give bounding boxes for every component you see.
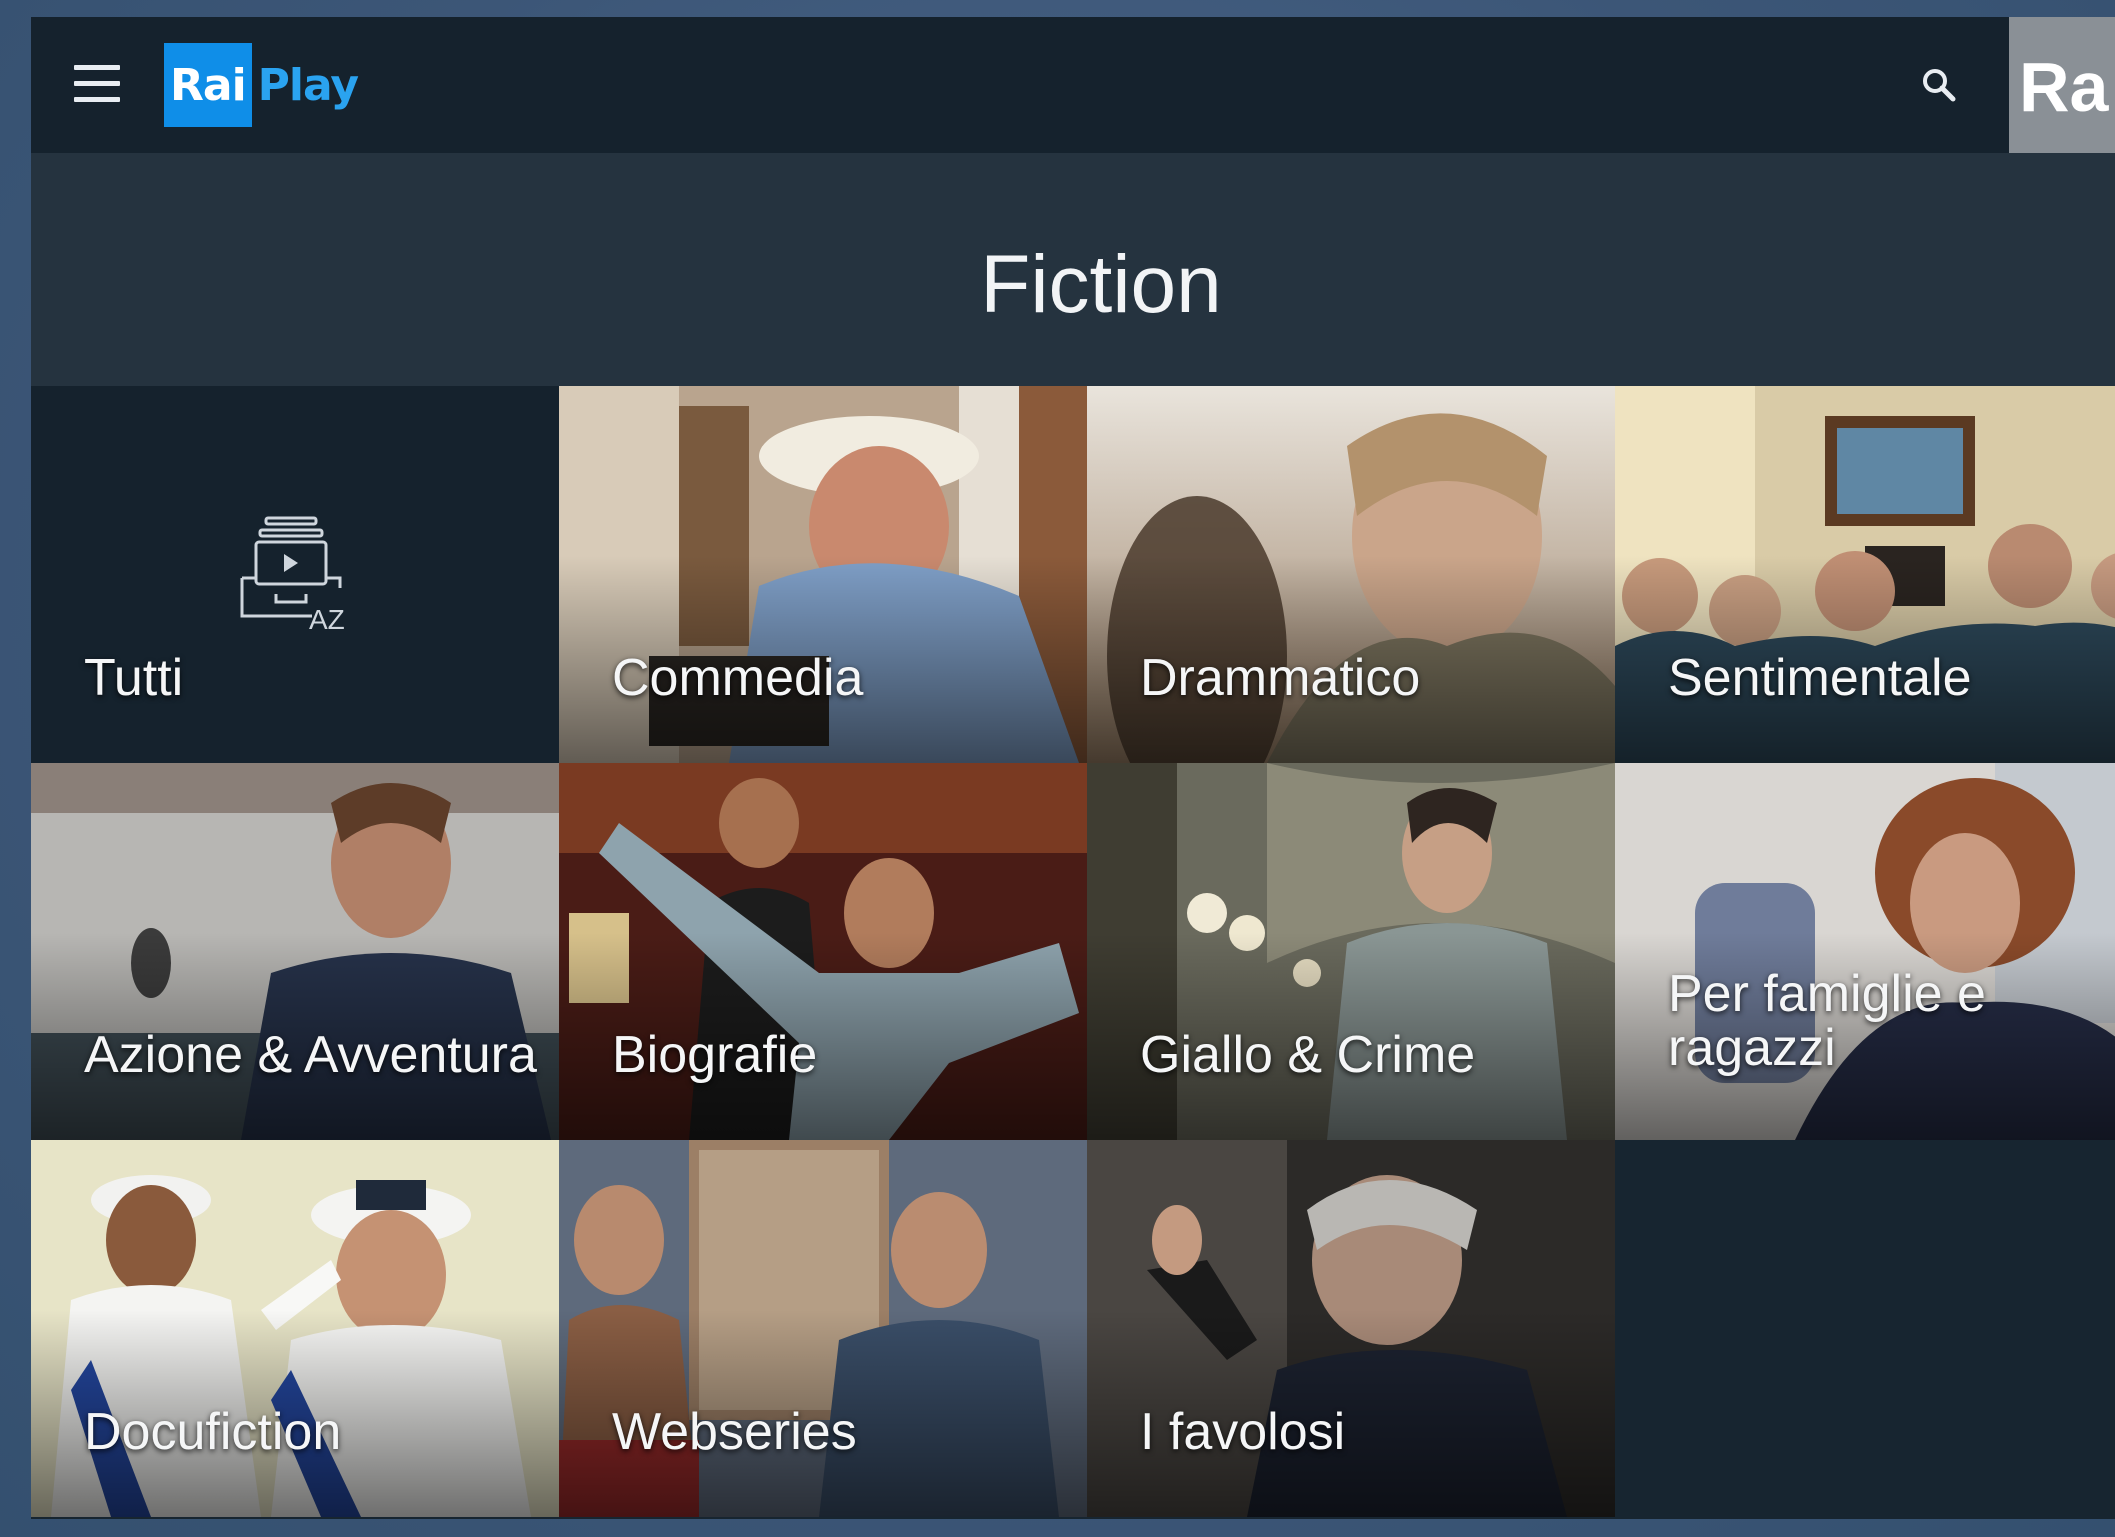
grid-empty-cell (1615, 1140, 2115, 1517)
tile-label: Commedia (612, 649, 864, 707)
search-icon[interactable] (1919, 65, 1959, 105)
tile-label: I favolosi (1140, 1403, 1346, 1461)
genre-tile-commedia[interactable]: Commedia (559, 386, 1087, 763)
genre-tile-webseries[interactable]: Webseries (559, 1140, 1087, 1517)
tile-label: Sentimentale (1668, 649, 1972, 707)
tile-label: Drammatico (1140, 649, 1421, 707)
tile-label: Docufiction (84, 1403, 342, 1461)
tile-label: Biografie (612, 1026, 818, 1084)
genre-tile-per-famiglie-ragazzi[interactable]: Per famiglie e ragazzi (1615, 763, 2115, 1140)
genre-tile-tutti[interactable]: AZ Tutti (31, 386, 559, 763)
hamburger-menu-icon[interactable] (74, 65, 120, 105)
rai-brand-chip[interactable]: Ra (2009, 17, 2115, 153)
genre-tile-biografie[interactable]: Biografie (559, 763, 1087, 1140)
genre-tile-azione-avventura[interactable]: Azione & Avventura (31, 763, 559, 1140)
genre-tile-docufiction[interactable]: Docufiction (31, 1140, 559, 1517)
brand-chip-text: Ra (2019, 48, 2109, 126)
tile-label: Azione & Avventura (84, 1026, 537, 1084)
genre-tile-giallo-crime[interactable]: Giallo & Crime (1087, 763, 1615, 1140)
tile-label: Giallo & Crime (1140, 1026, 1476, 1084)
logo-rai-text: Rai (164, 43, 252, 127)
tile-shade (1615, 763, 2115, 1140)
genre-tile-drammatico[interactable]: Drammatico (1087, 386, 1615, 763)
top-navigation-bar: Rai Play Ra (31, 17, 2115, 153)
page-header: Fiction (31, 153, 2115, 386)
genre-tile-i-favolosi[interactable]: I favolosi (1087, 1140, 1615, 1517)
raiplay-logo[interactable]: Rai Play (164, 43, 359, 127)
tile-label: Per famiglie e ragazzi (1668, 965, 1986, 1077)
tile-label: Tutti (84, 649, 184, 707)
app-frame: Rai Play Ra Fiction AZ Tutti Commedia Dr… (31, 17, 2115, 1519)
genre-grid: AZ Tutti Commedia Drammatico Sentimental… (31, 386, 2115, 1519)
page-title: Fiction (980, 239, 1222, 330)
genre-tile-sentimentale[interactable]: Sentimentale (1615, 386, 2115, 763)
tile-label: Webseries (612, 1403, 857, 1461)
logo-play-text: Play (257, 59, 359, 111)
az-badge: AZ (309, 604, 345, 635)
